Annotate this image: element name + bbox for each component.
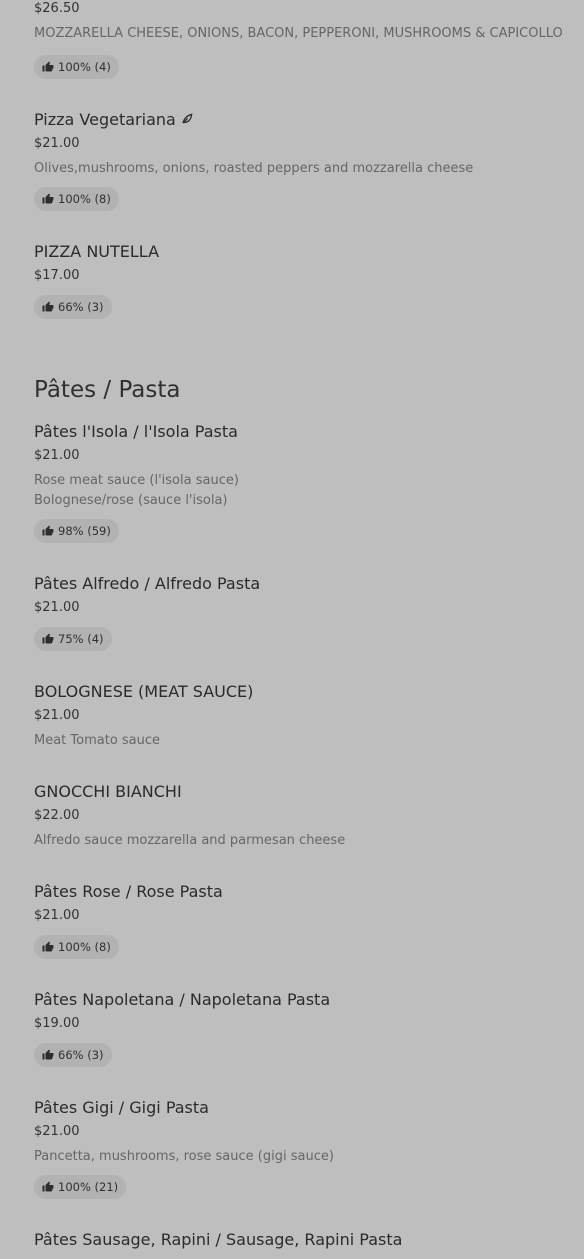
- thumbs-up-icon: [42, 1181, 54, 1192]
- rating-badge: 100% (4): [34, 55, 119, 79]
- rating-text: 66% (3): [58, 300, 104, 314]
- thumbs-up-icon: [42, 1049, 54, 1060]
- item-description: MOZZARELLA CHEESE, ONIONS, BACON, PEPPER…: [34, 26, 563, 41]
- thumbs-up-icon: [42, 941, 54, 952]
- item-name: Pizza Vegetariana: [34, 110, 194, 130]
- rating-text: 75% (4): [58, 632, 104, 646]
- leaf-icon: [182, 113, 193, 124]
- rating-badge: 75% (4): [34, 627, 112, 651]
- item-price: $21.00: [34, 136, 80, 151]
- item-price: $21.00: [34, 908, 80, 923]
- item-name: Pâtes Sausage, Rapini / Sausage, Rapini …: [34, 1230, 403, 1249]
- item-description: Pancetta, mushrooms, rose sauce (gigi sa…: [34, 1149, 334, 1164]
- item-name: PIZZA NUTELLA: [34, 242, 160, 261]
- item-price: $22.00: [34, 808, 80, 823]
- rating-badge: 100% (8): [34, 935, 119, 959]
- rating-text: 100% (21): [58, 1180, 119, 1194]
- thumbs-up-icon: [42, 301, 54, 312]
- thumbs-up-icon: [42, 525, 54, 536]
- item-price: $21.00: [34, 448, 80, 463]
- item-price: $19.00: [34, 1016, 80, 1031]
- item-name: GNOCCHI BIANCHI: [34, 782, 182, 801]
- item-price: $17.00: [34, 268, 80, 283]
- section-title: Pâtes / Pasta: [34, 377, 181, 403]
- rating-badge: 98% (59): [34, 519, 119, 543]
- rating-badge: 66% (3): [34, 295, 112, 319]
- item-name: Pâtes l'Isola / l'Isola Pasta: [34, 422, 238, 441]
- item-description: Meat Tomato sauce: [34, 733, 161, 748]
- rating-text: 100% (8): [58, 940, 111, 954]
- item-description: Olives,mushrooms, onions, roasted pepper…: [34, 161, 474, 176]
- item-name-text: Pizza Vegetariana: [34, 110, 176, 129]
- item-price: $21.00: [34, 1124, 80, 1139]
- rating-badge: 100% (21): [34, 1175, 127, 1199]
- rating-text: 98% (59): [58, 524, 111, 538]
- thumbs-up-icon: [42, 633, 54, 644]
- item-name: Pâtes Rose / Rose Pasta: [34, 882, 223, 901]
- rating-badge: 100% (8): [34, 187, 119, 211]
- rating-text: 100% (8): [58, 192, 111, 206]
- item-price: $21.00: [34, 708, 80, 723]
- item-name: Pâtes Napoletana / Napoletana Pasta: [34, 990, 331, 1009]
- item-price: $21.00: [34, 600, 80, 615]
- thumbs-up-icon: [42, 61, 54, 72]
- rating-text: 100% (4): [58, 60, 111, 74]
- item-description: Rose meat sauce (l'isola sauce) Bolognes…: [34, 473, 239, 508]
- rating-text: 66% (3): [58, 1048, 104, 1062]
- thumbs-up-icon: [42, 193, 54, 204]
- rating-badge: 66% (3): [34, 1043, 112, 1067]
- item-name: Pâtes Gigi / Gigi Pasta: [34, 1098, 209, 1117]
- item-price: $26.50: [34, 1, 80, 16]
- item-name: Pâtes Alfredo / Alfredo Pasta: [34, 574, 261, 593]
- item-description: Alfredo sauce mozzarella and parmesan ch…: [34, 833, 346, 848]
- item-name: BOLOGNESE (MEAT SAUCE): [34, 682, 254, 701]
